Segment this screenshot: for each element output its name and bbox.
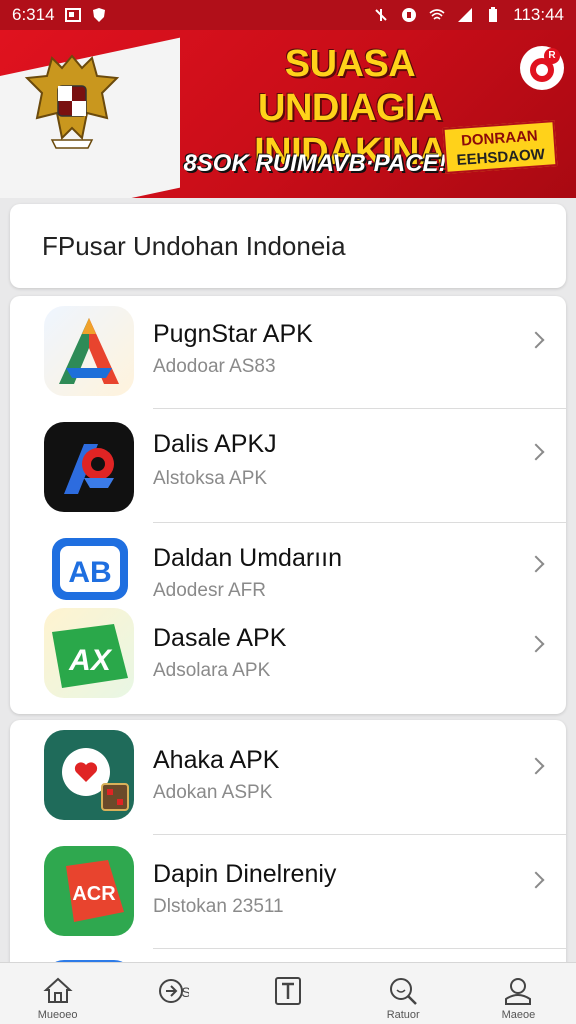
svg-text:AX: AX (68, 644, 113, 677)
row-divider (153, 408, 566, 409)
app-title: Daldan Umdarıın (153, 544, 342, 572)
status-time-left: 6:314 (12, 5, 55, 24)
app-row-4[interactable]: AX Dasale APK Adsolara APK (10, 602, 566, 714)
chevron-right-icon (527, 871, 545, 889)
nav-search-label: Ratuor (386, 1009, 420, 1021)
banner-headline-line1: SUASA UNDIAGIA (258, 43, 442, 129)
nav-explore[interactable]: S (115, 963, 230, 1024)
app-subtitle: Adodesr AFR (153, 580, 266, 601)
app-title: Ahaka APK (153, 746, 280, 774)
image-icon (64, 8, 81, 22)
brand-badge-letter: R (544, 48, 560, 64)
svg-text:ACR: ACR (72, 883, 116, 905)
app-title: Dapin Dinelreniy (153, 860, 337, 888)
svg-text:AB: AB (68, 556, 111, 589)
nav-search[interactable]: Ratuor (346, 963, 461, 1024)
promo-banner[interactable]: SUASA UNDIAGIA INIDAKINA 8SOK RUIMAVB·PA… (0, 30, 576, 198)
blue-ab-icon: AB (50, 536, 130, 608)
app-list-card-2: Ahaka APK Adokan ASPK ACR Dapin Dinelren… (10, 720, 566, 980)
mute-icon (375, 9, 387, 21)
signal-icon (458, 8, 473, 22)
wifi-icon (429, 9, 445, 20)
rocket-icon: S (158, 979, 189, 1003)
t-box-icon (275, 977, 301, 1005)
battery-icon (489, 7, 498, 22)
app-row-5[interactable]: Ahaka APK Adokan ASPK (10, 720, 566, 832)
notification-icon (402, 8, 417, 22)
app-row-6[interactable]: ACR Dapin Dinelreniy Dlstokan 23511 (10, 836, 566, 948)
app-subtitle: Adodoar AS83 (153, 356, 276, 377)
acr-icon: ACR (44, 846, 134, 936)
dark-a-icon (44, 422, 134, 512)
app-subtitle: Dlstokan 23511 (153, 896, 284, 917)
app-title: Dasale APK (153, 624, 287, 652)
chevron-right-icon (527, 555, 545, 573)
status-time-right: 113:44 (513, 5, 564, 24)
shield-icon (92, 8, 105, 22)
svg-text:S: S (181, 984, 189, 1000)
home-icon (43, 977, 73, 1003)
row-divider (153, 522, 566, 523)
chevron-right-icon (527, 757, 545, 775)
garuda-emblem-icon (24, 54, 120, 149)
green-ax-icon: AX (44, 608, 134, 698)
row-divider (153, 834, 566, 835)
status-bar: 6:314 113:44 (0, 0, 576, 30)
profile-icon (505, 978, 532, 1005)
app-list-card-1: PugnStar APK Adodoar AS83 Dalis APKJ Als… (10, 296, 566, 714)
app-title: Dalis APKJ (153, 430, 277, 458)
search-bar[interactable]: FPusar Undohan Indoneia (10, 204, 566, 288)
app-row-2[interactable]: Dalis APKJ Alstoksa APK (10, 410, 566, 522)
chevron-right-icon (527, 635, 545, 653)
brand-badge[interactable]: R (520, 46, 564, 90)
promo-sticker[interactable]: DONRAAN EEHSDAOW (442, 120, 558, 174)
search-text: FPusar Undohan Indoneia (42, 230, 346, 261)
heart-badge-icon (44, 730, 134, 820)
colorful-a-icon (44, 306, 134, 396)
nav-profile[interactable]: Maeoe (461, 963, 576, 1024)
nav-home-label: Mueoeo (37, 1009, 78, 1021)
app-subtitle: Adokan ASPK (153, 782, 273, 803)
app-title: PugnStar APK (153, 320, 313, 348)
row-divider (153, 948, 566, 949)
nav-profile-label: Maeoe (501, 1009, 536, 1021)
app-subtitle: Adsolara APK (153, 660, 271, 681)
app-subtitle: Alstoksa APK (153, 468, 268, 489)
chevron-right-icon (527, 331, 545, 349)
banner-tagline: 8SOK RUIMAVB·PACE! (183, 150, 447, 177)
nav-tools[interactable] (230, 963, 345, 1024)
search-icon (390, 978, 418, 1005)
chevron-right-icon (527, 443, 545, 461)
bottom-navigation: Mueoeo S Ratuor Maeoe (0, 962, 576, 1024)
nav-home[interactable]: Mueoeo (0, 963, 115, 1024)
app-row-1[interactable]: PugnStar APK Adodoar AS83 (10, 296, 566, 408)
